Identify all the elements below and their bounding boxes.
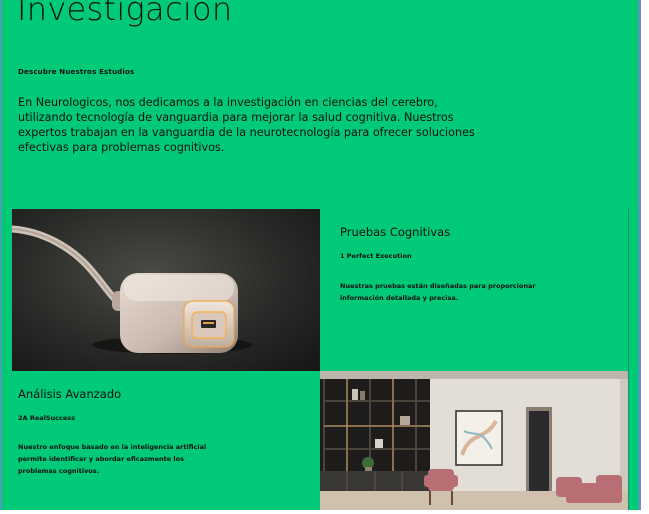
grid-divider — [628, 209, 629, 510]
bottom-strip — [0, 510, 649, 514]
card-tag: 2A RealSuccess — [18, 414, 76, 422]
card-tag: 1 Perfect Execution — [340, 252, 412, 260]
cognitive-device-image — [12, 209, 320, 371]
page-title: Investigacion — [17, 0, 233, 28]
left-border — [0, 0, 1, 514]
section-subtitle: Descubre Nuestros Estudios — [18, 68, 135, 76]
card-description: Nuestro enfoque basado en la inteligenci… — [18, 443, 207, 475]
clinic-illustration — [320, 371, 629, 510]
card-advanced-analysis: Análisis Avanzado 2A RealSuccess Nuestro… — [12, 371, 320, 510]
card-title: Pruebas Cognitivas — [340, 225, 451, 239]
card-description: Nuestras pruebas están diseñadas para pr… — [340, 282, 536, 302]
card-title: Análisis Avanzado — [18, 387, 122, 401]
right-border — [639, 0, 641, 510]
clinic-room-image — [320, 371, 629, 510]
intro-paragraph: En Neurologicos, nos dedicamos a la inve… — [18, 96, 475, 154]
card-cognitive-tests: Pruebas Cognitivas 1 Perfect Execution N… — [320, 209, 629, 371]
studies-grid: Pruebas Cognitivas 1 Perfect Execution N… — [12, 209, 629, 510]
page: Investigacion Descubre Nuestros Estudios… — [0, 0, 649, 514]
device-illustration — [12, 225, 252, 354]
